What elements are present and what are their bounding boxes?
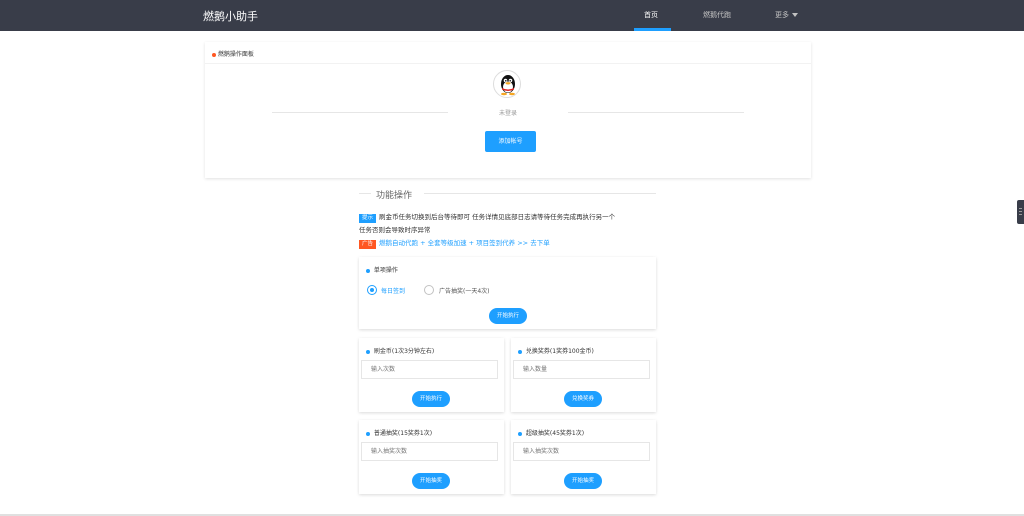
ad-link[interactable]: 燃鹅自动代跑 + 全套等级加速 + 项目签到代养 >> 去下单 (379, 239, 550, 247)
panel-header: 燃鹅操作面板 (205, 42, 811, 64)
tip-text: 刷金币任务切换到后台等待即可 任务详情见底部日志请等待任务完成再执行另一个 (379, 213, 616, 221)
radio-ad-lottery-label[interactable]: 广告抽奖(一天4次) (439, 286, 490, 295)
add-account-button[interactable]: 添加帐号 (485, 131, 536, 152)
section-line-right (424, 193, 656, 194)
side-scroll-handle[interactable] (1017, 200, 1024, 224)
section-title: 功能操作 (376, 191, 413, 201)
bullet-dot-icon (518, 431, 522, 436)
super-lottery-card: 超级抽奖(45奖券1次) 输入抽奖次数 开始抽奖 (511, 420, 656, 494)
qq-penguin-icon (493, 70, 521, 98)
single-operation-card: 单项操作 每日签到 广告抽奖(一天4次) 开始执行 (359, 257, 656, 329)
card-title: 单项操作 (366, 265, 398, 274)
nav-more[interactable]: 更多 (775, 10, 798, 31)
tip-line: 提示 刷金币任务切换到后台等待即可 任务详情见底部日志请等待任务完成再执行另一个 (359, 213, 615, 223)
nav-more-label: 更多 (775, 11, 789, 19)
radio-daily-checkin-label[interactable]: 每日签到 (381, 286, 405, 295)
handle-grip-icon (1019, 211, 1022, 212)
bullet-dot-icon (366, 349, 370, 354)
exchange-tickets-card: 兑换奖券(1奖券100金币) 输入数量 兑换奖券 (511, 338, 656, 412)
section-line-left (359, 193, 371, 194)
card-title: 超级抽奖(45奖券1次) (518, 428, 584, 437)
divider-left (272, 112, 448, 113)
handle-grip-icon (1019, 208, 1022, 209)
nav-proxy-run[interactable]: 燃鹅代跑 (703, 10, 731, 31)
start-execute-button[interactable]: 开始执行 (489, 308, 527, 324)
card-title: 兑换奖券(1奖券100金币) (518, 346, 594, 355)
bullet-dot-icon (366, 431, 370, 436)
top-navbar: 燃鹅小助手 首页 燃鹅代跑 更多 (0, 0, 1024, 31)
login-status: 未登录 (498, 110, 517, 117)
nav-active-indicator (634, 28, 671, 31)
tip-line-2: 任务否则会导致时序异常 (359, 226, 431, 234)
tip-badge: 提示 (359, 214, 377, 223)
ad-badge: 广告 (359, 240, 377, 249)
brand-title[interactable]: 燃鹅小助手 (203, 8, 258, 24)
card-title: 普通抽奖(15奖券1次) (366, 428, 432, 437)
radio-ad-lottery[interactable] (424, 285, 434, 295)
card-title: 刷金币(1次3分钟左右) (366, 346, 434, 355)
panel-title: 燃鹅操作面板 (212, 49, 254, 58)
normal-lottery-card: 普通抽奖(15奖券1次) 输入抽奖次数 开始抽奖 (359, 420, 504, 494)
ticket-quantity-input[interactable]: 输入数量 (513, 360, 650, 379)
bullet-dot-icon (518, 349, 522, 354)
divider-right (568, 112, 744, 113)
bullet-dot-icon (366, 268, 370, 273)
brush-coins-card: 刷金币(1次3分钟左右) 输入次数 开始执行 (359, 338, 504, 412)
handle-grip-icon (1019, 214, 1022, 215)
start-normal-lottery-button[interactable]: 开始抽奖 (412, 473, 450, 489)
bullet-dot-icon (212, 52, 216, 57)
normal-lottery-input[interactable]: 输入抽奖次数 (361, 442, 498, 461)
ad-line: 广告 燃鹅自动代跑 + 全套等级加速 + 项目签到代养 >> 去下单 (359, 239, 550, 249)
radio-daily-checkin[interactable] (367, 285, 377, 295)
exchange-tickets-button[interactable]: 兑换奖券 (564, 391, 602, 407)
chevron-down-icon (792, 13, 798, 17)
start-super-lottery-button[interactable]: 开始抽奖 (564, 473, 602, 489)
coin-count-input[interactable]: 输入次数 (361, 360, 498, 379)
super-lottery-input[interactable]: 输入抽奖次数 (513, 442, 650, 461)
start-brush-button[interactable]: 开始执行 (412, 391, 450, 407)
